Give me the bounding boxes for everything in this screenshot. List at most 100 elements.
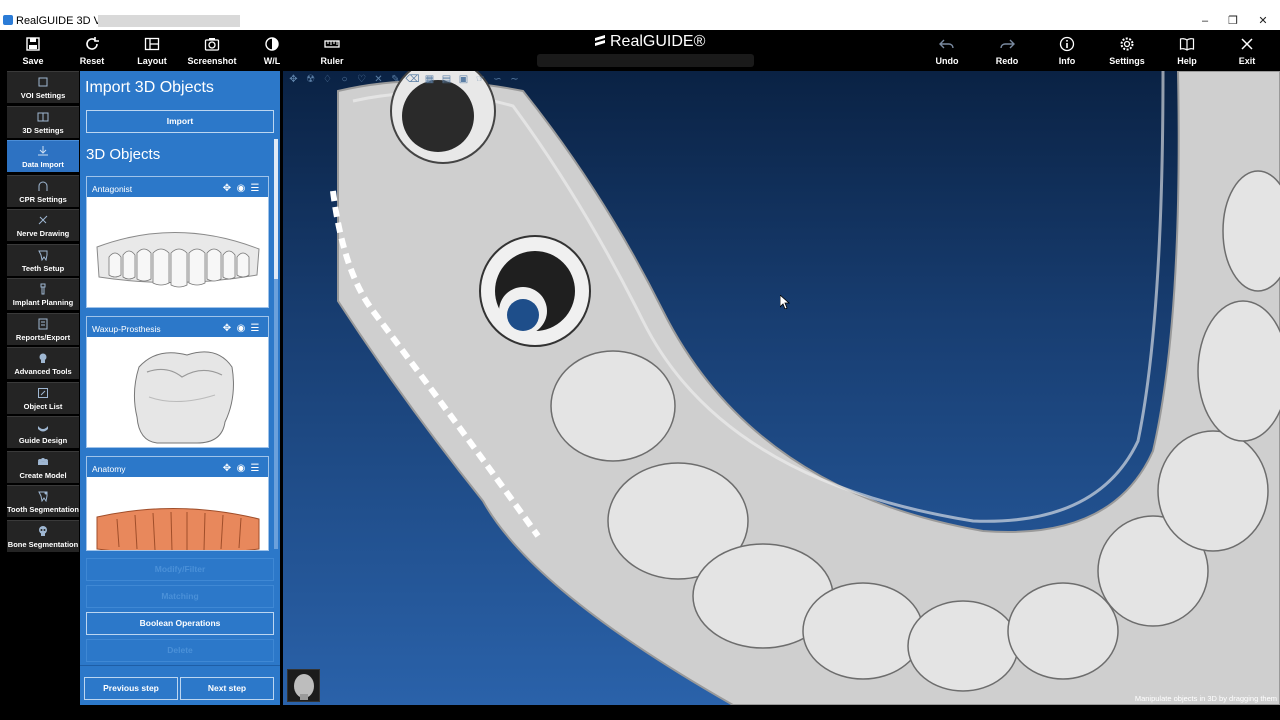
object-name: Waxup-Prosthesis xyxy=(92,324,161,334)
objects-scrollbar-thumb[interactable] xyxy=(274,139,278,279)
minimize-button[interactable]: – xyxy=(1190,14,1220,28)
info-icon xyxy=(1037,30,1097,56)
orientation-thumbnail[interactable] xyxy=(287,669,320,702)
screenshot-button[interactable]: Screenshot xyxy=(182,30,242,71)
move-icon[interactable]: ✥ xyxy=(220,323,234,334)
line-icon[interactable]: ∼ xyxy=(506,74,523,85)
model-icon xyxy=(7,452,79,471)
eye-icon[interactable]: ◉ xyxy=(234,183,248,194)
object-thumbnail xyxy=(87,477,268,550)
image-icon[interactable]: ▣ xyxy=(455,74,472,85)
move-icon[interactable]: ✥ xyxy=(220,183,234,194)
brand-mark-icon xyxy=(595,35,605,46)
boolean-operations-button[interactable]: Boolean Operations xyxy=(86,612,274,635)
exit-button[interactable]: Exit xyxy=(1217,30,1277,71)
info-button[interactable]: Info xyxy=(1037,30,1097,71)
redo-icon xyxy=(977,30,1037,56)
app-icon xyxy=(3,15,13,25)
delete-button[interactable]: Delete xyxy=(86,639,274,662)
eraser-icon[interactable]: ⌫ xyxy=(404,74,421,85)
nav-teeth-setup[interactable]: Teeth Setup xyxy=(7,244,79,276)
move-icon[interactable]: ✥ xyxy=(285,74,302,85)
head-icon xyxy=(7,348,79,367)
modify-filter-button[interactable]: Modify/Filter xyxy=(86,558,274,581)
eye-icon[interactable]: ◉ xyxy=(234,463,248,474)
3d-viewport[interactable]: ✥ ☢ ♢ ○ ♡ ✕ ✎ ⌫ ▦ ▤ ▣ ☞ ∽ ∼ Manipulate objects in 3D … xyxy=(283,71,1280,705)
tooth-outline-icon[interactable]: ♡ xyxy=(353,74,370,85)
save-button[interactable]: Save xyxy=(3,30,63,71)
panel-title: Import 3D Objects xyxy=(85,79,214,96)
camera-icon xyxy=(182,30,242,56)
cube-icon xyxy=(7,72,79,91)
object-card-antagonist[interactable]: Antagonist ✥ ◉ ☰ xyxy=(86,176,269,308)
globe-icon[interactable]: ○ xyxy=(336,74,353,85)
menu-icon[interactable]: ☰ xyxy=(248,323,262,334)
undo-icon xyxy=(917,30,977,56)
reset-icon xyxy=(62,30,122,56)
maximize-button[interactable]: ❐ xyxy=(1218,14,1248,28)
nav-object-list[interactable]: Object List xyxy=(7,382,79,414)
title-bar: RealGUIDE 3D View - " – ❐ ✕ xyxy=(0,0,1280,30)
nav-create-model[interactable]: Create Model xyxy=(7,451,79,483)
jaw-model xyxy=(330,71,1280,705)
nav-3d-settings[interactable]: 3D Settings xyxy=(7,106,79,138)
teeth-row-icon[interactable]: ▤ xyxy=(438,74,455,85)
object-thumbnail xyxy=(87,197,268,307)
close-icon xyxy=(1217,30,1277,56)
nav-cpr-settings[interactable]: CPR Settings xyxy=(7,175,79,207)
brush-icon[interactable]: ✎ xyxy=(387,74,404,85)
nav-bone-segmentation[interactable]: Bone Segmentation xyxy=(7,520,79,552)
book-icon xyxy=(1157,30,1217,56)
nav-reports-export[interactable]: Reports/Export xyxy=(7,313,79,345)
contrast-icon xyxy=(242,30,302,56)
close-window-button[interactable]: ✕ xyxy=(1248,14,1278,28)
redo-button[interactable]: Redo xyxy=(977,30,1037,71)
tooth-segment-icon xyxy=(7,486,79,505)
object-name: Antagonist xyxy=(92,184,133,194)
implant-icon xyxy=(7,279,79,298)
object-name: Anatomy xyxy=(92,464,126,474)
brand-logo: RealGUIDE® xyxy=(594,32,714,52)
object-card-anatomy[interactable]: Anatomy ✥ ◉ ☰ xyxy=(86,456,269,551)
previous-step-button[interactable]: Previous step xyxy=(84,677,178,700)
nav-implant-planning[interactable]: Implant Planning xyxy=(7,278,79,310)
tooth-icon xyxy=(7,245,79,264)
edit-list-icon xyxy=(7,383,79,402)
next-step-button[interactable]: Next step xyxy=(180,677,274,700)
curve-icon[interactable]: ∽ xyxy=(489,74,506,85)
menu-icon[interactable]: ☰ xyxy=(248,463,262,474)
nav-tooth-segmentation[interactable]: Tooth Segmentation xyxy=(7,485,79,517)
close-icon[interactable]: ✕ xyxy=(370,74,387,85)
reset-button[interactable]: Reset xyxy=(62,30,122,71)
menu-icon[interactable]: ☰ xyxy=(248,183,262,194)
move-icon[interactable]: ✥ xyxy=(220,463,234,474)
nav-voi-settings[interactable]: VOI Settings xyxy=(7,71,79,103)
mouse-cursor xyxy=(780,295,790,309)
hand-icon[interactable]: ☞ xyxy=(472,74,489,85)
undo-button[interactable]: Undo xyxy=(917,30,977,71)
cube-settings-icon xyxy=(7,107,79,126)
nav-guide-design[interactable]: Guide Design xyxy=(7,416,79,448)
blurred-patient-info xyxy=(537,54,754,67)
grid-icon[interactable]: ▦ xyxy=(421,74,438,85)
viewport-toolbar: ✥ ☢ ♢ ○ ♡ ✕ ✎ ⌫ ▦ ▤ ▣ ☞ ∽ ∼ xyxy=(285,74,535,88)
tooth-icon[interactable]: ♢ xyxy=(319,74,336,85)
object-card-waxup-prosthesis[interactable]: Waxup-Prosthesis ✥ ◉ ☰ xyxy=(86,316,269,448)
help-button[interactable]: Help xyxy=(1157,30,1217,71)
eye-icon[interactable]: ◉ xyxy=(234,323,248,334)
import-button[interactable]: Import xyxy=(86,110,274,133)
layout-icon xyxy=(122,30,182,56)
ruler-icon xyxy=(302,30,362,56)
nav-data-import[interactable]: Data Import xyxy=(7,140,79,172)
nav-advanced-tools[interactable]: Advanced Tools xyxy=(7,347,79,379)
gear-icon xyxy=(1097,30,1157,56)
radiation-icon[interactable]: ☢ xyxy=(302,74,319,85)
ruler-button[interactable]: Ruler xyxy=(302,30,362,71)
status-hint: Manipulate objects in 3D by dragging the… xyxy=(1134,694,1277,703)
nav-nerve-drawing[interactable]: Nerve Drawing xyxy=(7,209,79,241)
layout-button[interactable]: Layout xyxy=(122,30,182,71)
download-icon xyxy=(7,141,79,160)
window-level-button[interactable]: W/L xyxy=(242,30,302,71)
matching-button[interactable]: Matching xyxy=(86,585,274,608)
settings-button[interactable]: Settings xyxy=(1097,30,1157,71)
